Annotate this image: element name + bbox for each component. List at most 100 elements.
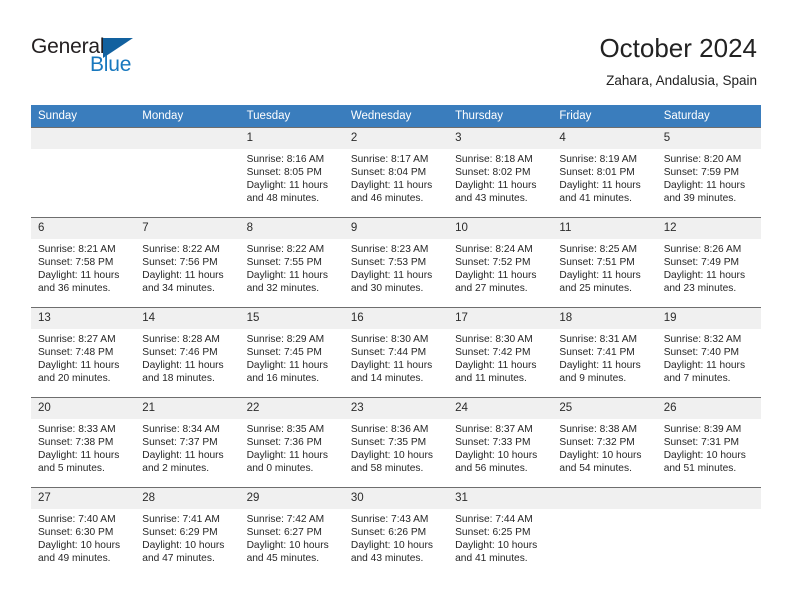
day-cell-inner: 13 Sunrise: 8:27 AM Sunset: 7:48 PM Dayligh… xyxy=(31,308,136,397)
daylight-duration-line1: Daylight: 11 hours xyxy=(455,360,537,372)
sunset-time: Sunset: 7:58 PM xyxy=(38,257,114,269)
calendar-day-cell[interactable]: 11 Sunrise: 8:25 AM Sunset: 7:51 PM Dayligh… xyxy=(552,217,657,308)
sunrise-time: Sunrise: 8:33 AM xyxy=(38,424,116,435)
calendar-day-cell[interactable]: 28 Sunrise: 7:41 AM Sunset: 6:29 PM Dayligh… xyxy=(135,487,240,577)
calendar-day-cell[interactable]: 12 Sunrise: 8:26 AM Sunset: 7:49 PM Dayligh… xyxy=(656,217,761,308)
day-details: Sunrise: 8:16 AM Sunset: 8:05 PM Daylight:… xyxy=(240,149,344,205)
weekday-header-monday: Monday xyxy=(135,105,240,128)
daylight-duration-line1: Daylight: 10 hours xyxy=(455,450,538,462)
day-cell-inner: 8 Sunrise: 8:22 AM Sunset: 7:55 PM Daylight… xyxy=(239,218,344,307)
sunrise-time: Sunrise: 8:16 AM xyxy=(246,154,325,165)
day-cell-inner: 7 Sunrise: 8:22 AM Sunset: 7:56 PM Daylight… xyxy=(135,218,240,307)
daylight-duration-line2: and 7 minutes. xyxy=(663,373,731,385)
calendar-day-cell[interactable]: 13 Sunrise: 8:27 AM Sunset: 7:48 PM Dayligh… xyxy=(31,307,136,398)
sunset-time: Sunset: 7:55 PM xyxy=(246,257,322,269)
sunrise-time: Sunrise: 8:30 AM xyxy=(455,334,533,345)
sunset-time: Sunset: 6:27 PM xyxy=(246,527,322,539)
day-details: Sunrise: 8:26 AM Sunset: 7:49 PM Daylight:… xyxy=(657,239,761,295)
calendar-day-cell[interactable]: 5 Sunrise: 8:20 AM Sunset: 7:59 PM Daylight… xyxy=(656,127,761,218)
sunset-time: Sunset: 7:31 PM xyxy=(663,437,740,449)
day-details: Sunrise: 8:30 AM Sunset: 7:44 PM Daylight:… xyxy=(344,329,448,385)
daylight-duration-line2: and 27 minutes. xyxy=(455,283,528,295)
day-cell-inner: 11 Sunrise: 8:25 AM Sunset: 7:51 PM Dayligh… xyxy=(552,218,657,307)
day-number: 25 xyxy=(552,398,657,419)
calendar-day-cell[interactable]: 19 Sunrise: 8:32 AM Sunset: 7:40 PM Dayligh… xyxy=(656,307,761,398)
calendar-day-cell[interactable]: 15 Sunrise: 8:29 AM Sunset: 7:45 PM Dayligh… xyxy=(239,307,344,398)
calendar-day-cell[interactable]: 26 Sunrise: 8:39 AM Sunset: 7:31 PM Dayligh… xyxy=(656,397,761,488)
calendar-day-cell[interactable]: 6 Sunrise: 8:21 AM Sunset: 7:58 PM Daylight… xyxy=(31,217,136,308)
calendar-day-cell[interactable]: 9 Sunrise: 8:23 AM Sunset: 7:53 PM Daylight… xyxy=(343,217,449,308)
day-number: 9 xyxy=(343,218,449,239)
calendar-day-cell-empty xyxy=(656,487,761,577)
daylight-duration-line1: Daylight: 10 hours xyxy=(455,540,538,552)
calendar-day-cell[interactable]: 24 Sunrise: 8:37 AM Sunset: 7:33 PM Dayligh… xyxy=(448,397,553,488)
calendar-week-row: 13 Sunrise: 8:27 AM Sunset: 7:48 PM Dayligh… xyxy=(31,307,761,398)
sunset-time: Sunset: 7:53 PM xyxy=(350,257,427,269)
day-number: 8 xyxy=(239,218,344,239)
day-cell-inner: 1 Sunrise: 8:16 AM Sunset: 8:05 PM Daylight… xyxy=(239,128,344,217)
calendar-day-cell[interactable]: 21 Sunrise: 8:34 AM Sunset: 7:37 PM Dayligh… xyxy=(135,397,240,488)
daylight-duration-line1: Daylight: 10 hours xyxy=(350,450,433,462)
day-cell-inner: 22 Sunrise: 8:35 AM Sunset: 7:36 PM Dayligh… xyxy=(239,398,344,487)
calendar-day-cell[interactable]: 27 Sunrise: 7:40 AM Sunset: 6:30 PM Dayligh… xyxy=(31,487,136,577)
calendar-day-cell[interactable]: 14 Sunrise: 8:28 AM Sunset: 7:46 PM Dayligh… xyxy=(135,307,240,398)
calendar-day-cell[interactable]: 17 Sunrise: 8:30 AM Sunset: 7:42 PM Dayligh… xyxy=(448,307,553,398)
daylight-duration-line2: and 56 minutes. xyxy=(455,463,528,475)
calendar-day-cell[interactable]: 10 Sunrise: 8:24 AM Sunset: 7:52 PM Dayligh… xyxy=(448,217,553,308)
calendar-day-cell[interactable]: 18 Sunrise: 8:31 AM Sunset: 7:41 PM Dayligh… xyxy=(552,307,657,398)
day-number: 18 xyxy=(552,308,657,329)
day-details: Sunrise: 8:28 AM Sunset: 7:46 PM Daylight:… xyxy=(135,329,239,385)
weekday-header-friday: Friday xyxy=(552,105,657,128)
daylight-duration-line2: and 5 minutes. xyxy=(38,463,105,475)
day-number: 10 xyxy=(448,218,553,239)
daylight-duration-line1: Daylight: 10 hours xyxy=(350,540,433,552)
day-cell-inner: 9 Sunrise: 8:23 AM Sunset: 7:53 PM Daylight… xyxy=(343,218,449,307)
day-cell-inner xyxy=(552,488,657,577)
sunset-time: Sunset: 6:30 PM xyxy=(38,527,114,539)
calendar-grid: Sunday Monday Tuesday Wednesday Thursday… xyxy=(31,105,761,577)
sunset-time: Sunset: 7:32 PM xyxy=(559,437,635,449)
daylight-duration-line1: Daylight: 11 hours xyxy=(559,270,641,282)
calendar-day-cell[interactable]: 4 Sunrise: 8:19 AM Sunset: 8:01 PM Daylight… xyxy=(552,127,657,218)
sunrise-time: Sunrise: 8:18 AM xyxy=(455,154,533,165)
calendar-day-cell[interactable]: 31 Sunrise: 7:44 AM Sunset: 6:25 PM Dayligh… xyxy=(448,487,553,577)
calendar-day-cell[interactable]: 20 Sunrise: 8:33 AM Sunset: 7:38 PM Dayligh… xyxy=(31,397,136,488)
day-cell-inner: 12 Sunrise: 8:26 AM Sunset: 7:49 PM Dayligh… xyxy=(656,218,761,307)
calendar-day-cell[interactable]: 25 Sunrise: 8:38 AM Sunset: 7:32 PM Dayligh… xyxy=(552,397,657,488)
day-number: 19 xyxy=(656,308,761,329)
daylight-duration-line1: Daylight: 10 hours xyxy=(38,540,121,552)
daylight-duration-line2: and 48 minutes. xyxy=(246,193,320,205)
calendar-page: General Blue October 2024 Zahara, Andalu… xyxy=(0,0,792,612)
daylight-duration-line2: and 45 minutes. xyxy=(246,553,320,565)
day-cell-inner: 5 Sunrise: 8:20 AM Sunset: 7:59 PM Daylight… xyxy=(656,128,761,217)
calendar-day-cell[interactable]: 2 Sunrise: 8:17 AM Sunset: 8:04 PM Daylight… xyxy=(343,127,449,218)
day-number: 11 xyxy=(552,218,657,239)
calendar-day-cell[interactable]: 3 Sunrise: 8:18 AM Sunset: 8:02 PM Daylight… xyxy=(448,127,553,218)
calendar-day-cell-empty xyxy=(135,127,240,218)
calendar-day-cell[interactable]: 23 Sunrise: 8:36 AM Sunset: 7:35 PM Dayligh… xyxy=(343,397,449,488)
sunrise-time: Sunrise: 8:38 AM xyxy=(559,424,637,435)
calendar-day-cell[interactable]: 7 Sunrise: 8:22 AM Sunset: 7:56 PM Daylight… xyxy=(135,217,240,308)
calendar-day-cell[interactable]: 30 Sunrise: 7:43 AM Sunset: 6:26 PM Dayligh… xyxy=(343,487,449,577)
day-details: Sunrise: 8:29 AM Sunset: 7:45 PM Daylight:… xyxy=(240,329,344,385)
day-number: 17 xyxy=(448,308,553,329)
calendar-day-cell[interactable]: 16 Sunrise: 8:30 AM Sunset: 7:44 PM Dayligh… xyxy=(343,307,449,398)
calendar-day-cell[interactable]: 22 Sunrise: 8:35 AM Sunset: 7:36 PM Dayligh… xyxy=(239,397,344,488)
sunrise-time: Sunrise: 8:27 AM xyxy=(38,334,116,345)
calendar-day-cell[interactable]: 8 Sunrise: 8:22 AM Sunset: 7:55 PM Daylight… xyxy=(239,217,344,308)
daylight-duration-line2: and 47 minutes. xyxy=(142,553,215,565)
weekday-header-thursday: Thursday xyxy=(448,105,553,128)
calendar-day-cell[interactable]: 1 Sunrise: 8:16 AM Sunset: 8:05 PM Daylight… xyxy=(239,127,344,218)
day-details: Sunrise: 7:43 AM Sunset: 6:26 PM Daylight:… xyxy=(344,509,448,565)
calendar-day-cell[interactable]: 29 Sunrise: 7:42 AM Sunset: 6:27 PM Dayligh… xyxy=(239,487,344,577)
sunset-time: Sunset: 8:05 PM xyxy=(246,167,322,179)
daylight-duration-line1: Daylight: 11 hours xyxy=(142,270,224,282)
day-number: 15 xyxy=(239,308,344,329)
sunrise-time: Sunrise: 7:41 AM xyxy=(142,514,220,525)
day-cell-inner: 31 Sunrise: 7:44 AM Sunset: 6:25 PM Dayligh… xyxy=(448,488,553,577)
sunrise-time: Sunrise: 8:37 AM xyxy=(455,424,533,435)
day-cell-inner: 28 Sunrise: 7:41 AM Sunset: 6:29 PM Dayligh… xyxy=(135,488,240,577)
day-cell-inner: 16 Sunrise: 8:30 AM Sunset: 7:44 PM Dayligh… xyxy=(343,308,449,397)
sunrise-time: Sunrise: 8:24 AM xyxy=(455,244,533,255)
day-details: Sunrise: 8:24 AM Sunset: 7:52 PM Daylight:… xyxy=(448,239,552,295)
